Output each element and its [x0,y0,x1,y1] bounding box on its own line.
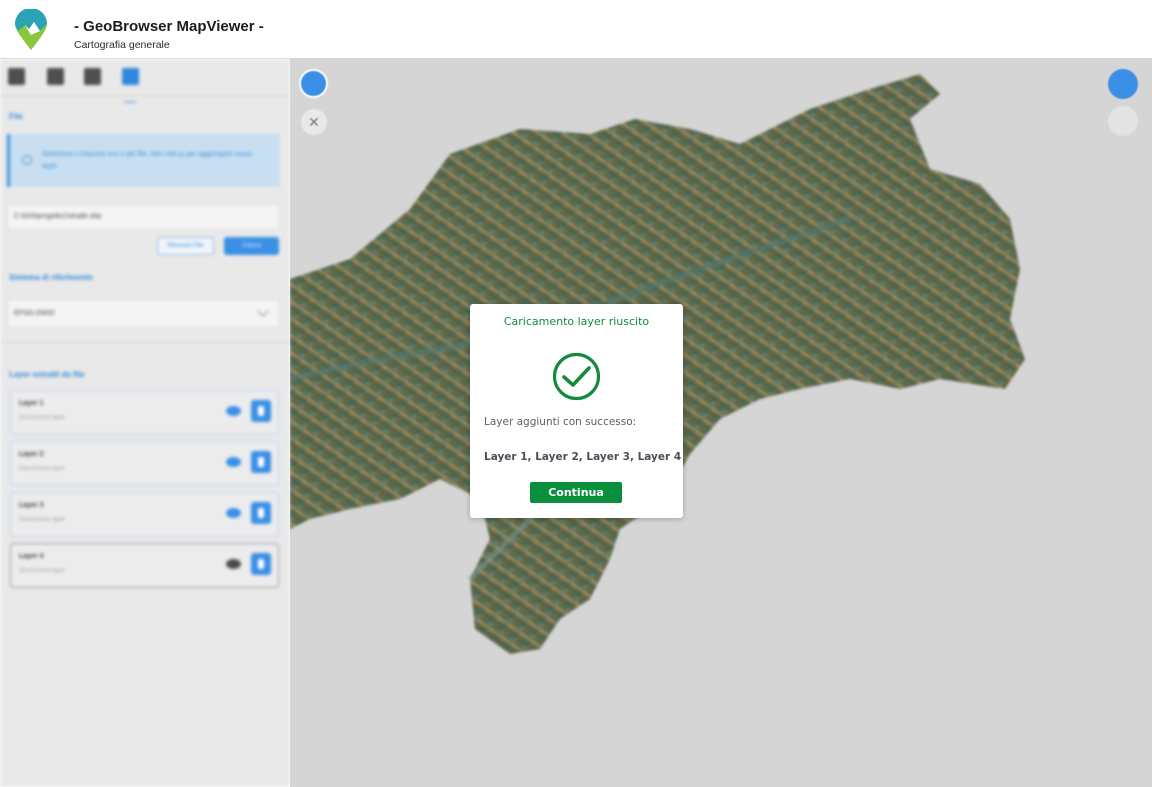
map-tool-button-secondary[interactable] [1108,106,1138,136]
tab-1-icon[interactable] [8,68,25,85]
layer-description: Descrizione layer [19,466,66,472]
layer-card[interactable]: Layer 1 Descrizione layer [10,390,279,435]
map-view[interactable]: ✕ [290,59,1152,787]
info-box: Seleziona o trascina uno o più file. Non… [7,134,280,187]
layer-name: Layer 3 [19,502,44,509]
app-header: - GeoBrowser MapViewer - Cartografia gen… [0,0,1152,59]
app-logo-icon[interactable] [14,9,48,51]
dialog-title: Caricamento layer riuscito [503,315,650,328]
eye-icon[interactable] [226,508,241,518]
layer-name: Layer 4 [19,553,44,560]
crs-label: Sistema di riferimento [9,273,94,282]
active-tab-indicator [124,101,136,103]
app-subtitle: Cartografia generale [74,39,170,51]
eye-off-icon[interactable] [226,559,241,569]
info-icon [22,155,32,165]
tab-upload-icon[interactable] [122,68,139,85]
app-title: - GeoBrowser MapViewer - [74,18,264,35]
eye-icon[interactable] [226,406,241,416]
tabs-divider [0,95,290,96]
remove-file-button[interactable]: Rimuovi File [157,237,214,255]
check-circle-icon [552,352,601,401]
sidebar-tabs [8,68,288,103]
map-terrain [290,74,1025,654]
success-dialog: Caricamento layer riuscito Layer aggiunt… [470,304,683,518]
layer-card[interactable]: Layer 2 Descrizione layer [10,441,279,486]
layer-action-button[interactable] [251,451,271,473]
layer-name: Layer 1 [19,400,44,407]
crs-value: EPSG:25832 [14,310,55,317]
layer-action-button[interactable] [251,400,271,422]
layer-card[interactable]: Layer 4 Descrizione layer [10,543,279,588]
layers-icon[interactable] [299,69,328,98]
sidebar-panel: File Seleziona o trascina uno o più file… [0,59,290,787]
layers-section-label: Layer estratti da file [9,370,85,379]
layer-card[interactable]: Layer 3 Descrizione layer [10,492,279,537]
layer-description: Descrizione layer [19,568,66,574]
layer-name: Layer 2 [19,451,44,458]
continue-button[interactable]: Continua [530,482,622,503]
layer-description: Descrizione layer [19,517,66,523]
layer-action-button[interactable] [251,553,271,575]
tab-3-icon[interactable] [84,68,101,85]
chevron-down-icon [257,305,269,317]
tab-2-icon[interactable] [47,68,64,85]
eye-icon[interactable] [226,457,241,467]
upload-button[interactable]: Carica [224,237,279,255]
file-section-label: File [9,112,23,121]
layer-description: Descrizione layer [19,415,66,421]
crs-divider [0,342,290,343]
file-path-field[interactable]: C:\GIS\progetto1\strade.shp [7,204,280,230]
dialog-layers-list: Layer 1, Layer 2, Layer 3, Layer 4 [484,451,682,463]
layer-action-button[interactable] [251,502,271,524]
map-tool-button[interactable] [1108,69,1138,99]
info-text: Seleziona o trascina uno o più file. Non… [42,151,252,170]
dialog-message: Layer aggiunti con successo: [484,416,637,428]
crs-select[interactable]: EPSG:25832 [7,299,280,328]
close-icon[interactable]: ✕ [301,109,327,135]
